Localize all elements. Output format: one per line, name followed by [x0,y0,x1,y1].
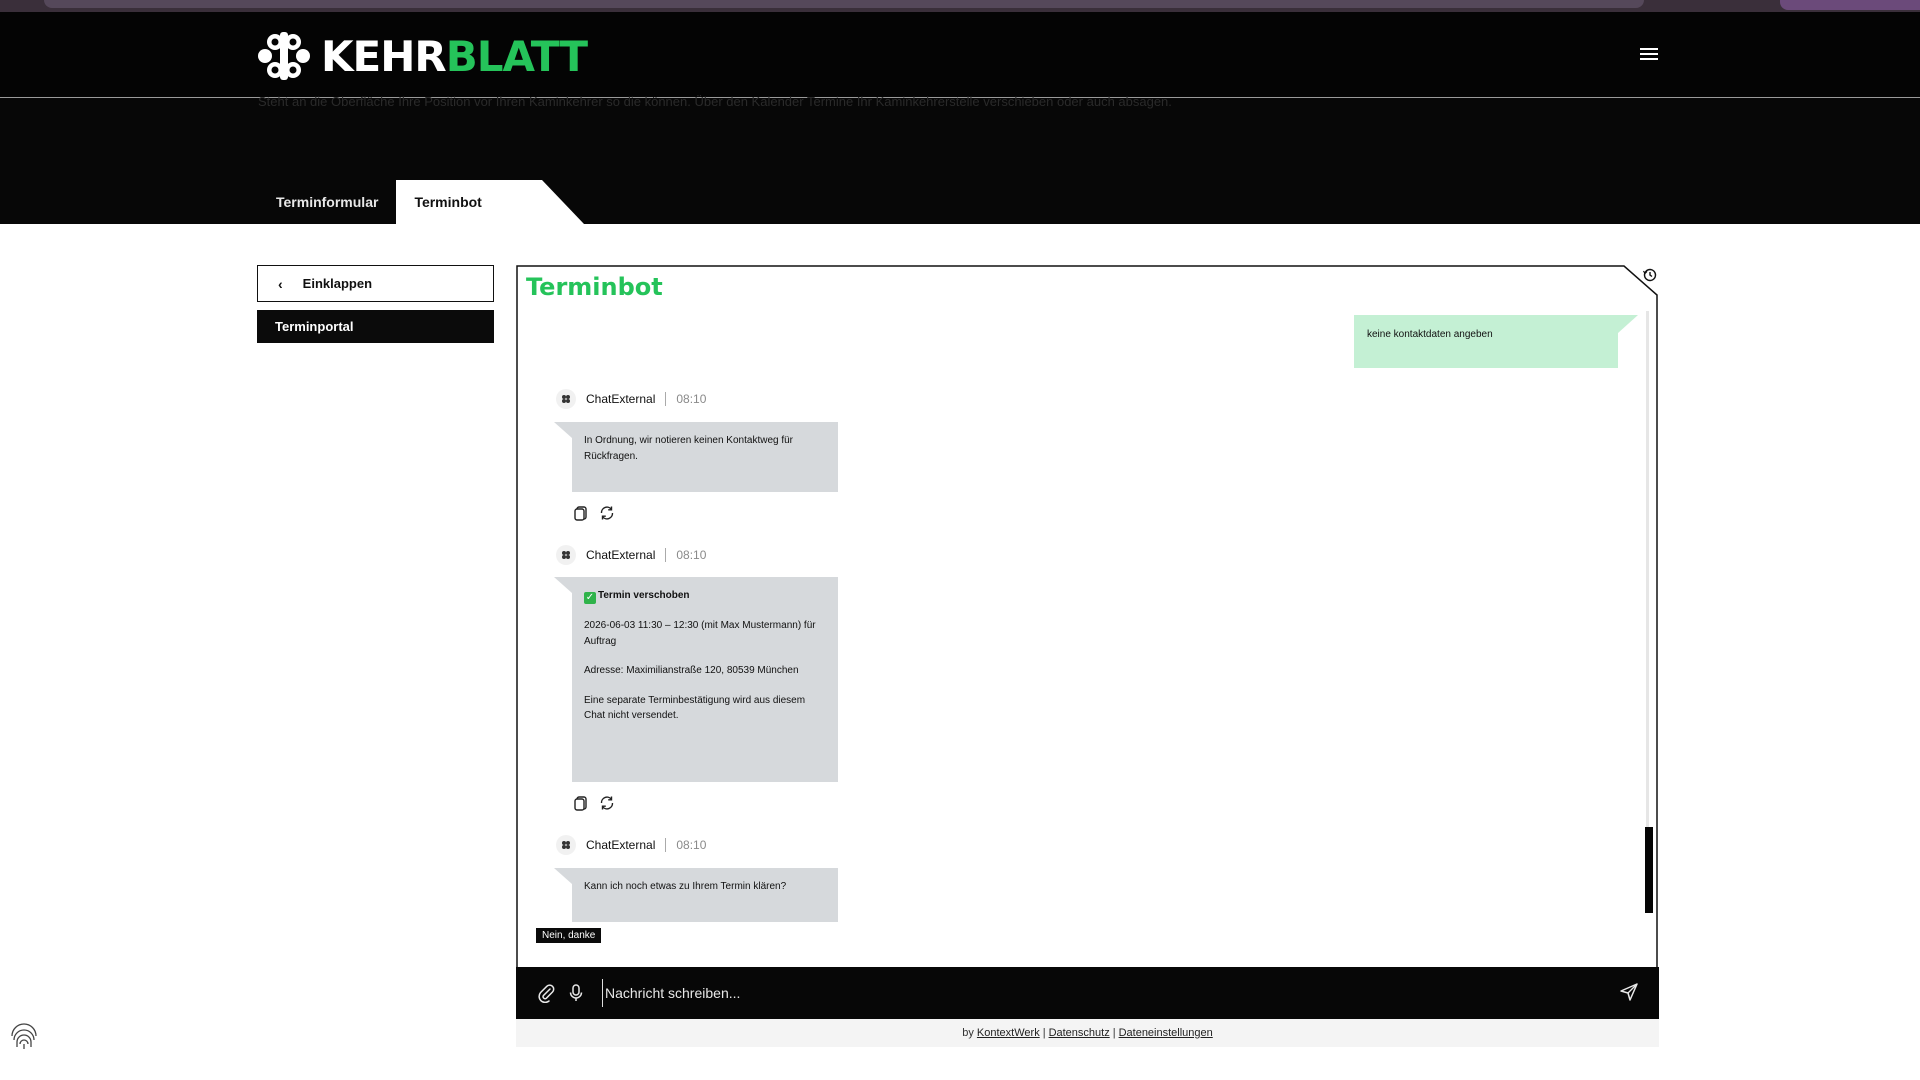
meta-divider [665,838,667,852]
footer-settings-link[interactable]: Dateneinstellungen [1119,1027,1213,1039]
message-text: 2026-06-03 11:30 – 12:30 (mit Max Muster… [584,620,816,647]
scrollbar-thumb[interactable] [1645,827,1653,913]
history-icon[interactable] [1642,267,1658,283]
message-time: 08:10 [676,548,707,562]
logo-wordmark: KEHRBLATT [321,31,588,81]
chat-footer: by KontextWerk | Datenschutz | Dateneinstell… [516,1019,1659,1047]
meta-divider [665,392,667,406]
message-heading: ✓ Termin verschoben [584,588,826,604]
copy-icon[interactable] [572,794,590,812]
scrollbar-track[interactable] [1646,311,1649,911]
hero-text: Steht an die Oberfläche Ihre Position vo… [258,94,1172,109]
site-header: KEHRBLATT [0,12,1920,98]
tab-bar: Terminformular Terminbot [258,180,585,224]
quick-reply-button[interactable]: Nein, danke [536,928,602,943]
message-input[interactable] [602,979,1502,1007]
browser-profile[interactable] [1780,0,1920,10]
message-meta: ChatExternal 08:10 [556,545,706,565]
logo-word-green: BLATT [445,31,588,81]
message-author: ChatExternal [586,548,656,562]
heading-text: Termin verschoben [598,590,690,601]
menu-icon[interactable] [1640,48,1658,62]
chat-title: Terminbot [526,273,663,301]
collapse-button[interactable]: ‹ Einklappen [257,265,494,302]
paperclip-icon[interactable] [536,983,556,1003]
bot-message: In Ordnung, wir notieren keinen Kontaktw… [554,422,838,492]
bot-message: Kann ich noch etwas zu Ihrem Termin klär… [554,868,838,922]
bot-avatar-icon [562,841,570,849]
message-text: Kann ich noch etwas zu Ihrem Termin klär… [584,881,787,892]
meta-divider [665,548,667,562]
message-meta: ChatExternal 08:10 [556,835,706,855]
tab-terminformular[interactable]: Terminformular [258,180,396,224]
footer-privacy-link[interactable]: Datenschutz [1049,1027,1110,1039]
logo[interactable]: KEHRBLATT [255,28,588,84]
fingerprint-icon[interactable] [8,1020,40,1052]
chevron-left-icon: ‹ [278,275,283,292]
avatar [556,389,576,409]
user-message: keine kontaktdaten angeben [1354,315,1638,368]
tab-terminbot[interactable]: Terminbot [396,180,585,224]
message-actions [572,794,616,812]
collapse-label: Einklappen [302,276,373,291]
clover-logo-icon [258,32,310,80]
message-time: 08:10 [676,838,707,852]
refresh-icon[interactable] [598,504,616,522]
footer-by: by [962,1027,974,1039]
microphone-icon[interactable] [567,983,585,1003]
refresh-icon[interactable] [598,794,616,812]
sidebar: ‹ Einklappen Terminportal [257,265,494,343]
copy-icon[interactable] [572,504,590,522]
bot-avatar-icon [562,551,570,559]
bot-avatar-icon [562,395,570,403]
browser-chrome [0,0,1920,12]
checkmark-icon: ✓ [584,592,596,604]
address-bar[interactable] [44,0,1644,8]
message-text: Adresse: Maximilianstraße 120, 80539 Mün… [584,665,799,676]
bot-message: ✓ Termin verschoben 2026-06-03 11:30 – 12… [554,577,838,782]
message-list: keine kontaktdaten angeben ChatExternal … [516,305,1646,965]
message-author: ChatExternal [586,838,656,852]
message-composer [516,967,1659,1019]
logo-word-white: KEHR [321,31,447,81]
message-author: ChatExternal [586,392,656,406]
message-actions [572,504,616,522]
avatar [556,545,576,565]
sidebar-item-terminportal[interactable]: Terminportal [257,310,494,343]
message-meta: ChatExternal 08:10 [556,389,706,409]
message-time: 08:10 [676,392,707,406]
message-text: Eine separate Terminbestätigung wird aus… [584,694,806,722]
footer-brand-link[interactable]: KontextWerk [977,1027,1040,1039]
chat-panel: Terminbot keine kontaktdaten angeben Cha… [516,265,1659,1047]
message-text: In Ordnung, wir notieren keinen Kontaktw… [584,435,794,462]
send-icon[interactable] [1619,982,1639,1002]
avatar [556,835,576,855]
